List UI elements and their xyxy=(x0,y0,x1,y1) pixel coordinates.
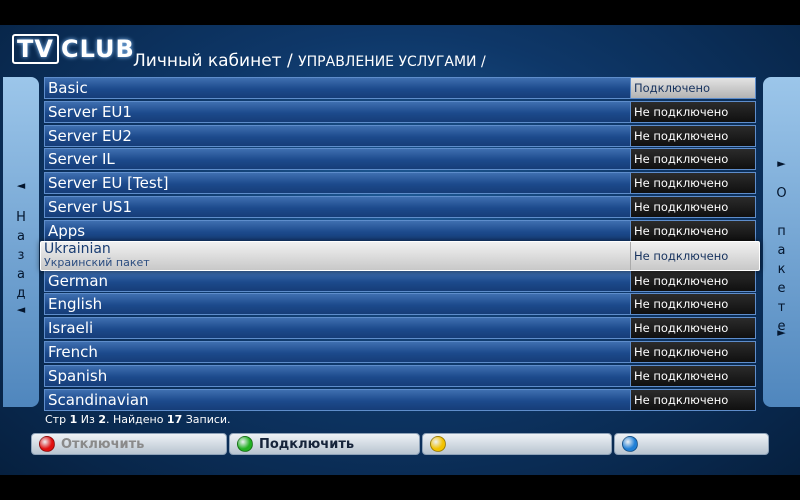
about-letter: а xyxy=(777,243,786,258)
package-row-scandinavian[interactable]: Scandinavian Не подключено xyxy=(44,388,756,411)
package-status: Не подключено xyxy=(630,149,755,170)
package-status: Не подключено xyxy=(630,196,755,217)
about-letter: п xyxy=(777,224,786,239)
package-row-ukrainian[interactable]: Ukrainian Украинский пакет Не подключено xyxy=(40,240,760,271)
breadcrumb-account: Личный кабинет / xyxy=(133,51,299,71)
package-row-basic[interactable]: Basic Подключено xyxy=(44,77,756,99)
package-status: Не подключено xyxy=(630,241,759,270)
tvclub-logo: TV CLUB xyxy=(12,34,135,64)
package-row-server-eu-test[interactable]: Server EU [Test] Не подключено xyxy=(44,172,756,195)
back-letter: а xyxy=(17,267,25,282)
yellow-circle-icon xyxy=(430,436,446,452)
package-name: German xyxy=(48,271,109,290)
back-panel[interactable]: ◄ Н а з а д ◄ xyxy=(3,77,39,407)
green-circle-icon xyxy=(237,436,253,452)
back-letter: Н xyxy=(16,210,26,225)
record-count: 17 xyxy=(166,413,183,426)
logo-club-text: CLUB xyxy=(60,35,135,63)
package-status: Не подключено xyxy=(630,341,755,362)
package-name: Server IL xyxy=(48,150,115,169)
package-status: Не подключено xyxy=(630,173,755,194)
package-name: English xyxy=(48,295,103,314)
package-row-israeli[interactable]: Israeli Не подключено xyxy=(44,317,756,340)
package-name: Server US1 xyxy=(48,197,133,216)
package-name: Apps xyxy=(48,221,86,240)
package-row-english[interactable]: English Не подключено xyxy=(44,293,756,316)
package-row-server-eu2[interactable]: Server EU2 Не подключено xyxy=(44,124,756,147)
right-arrow-icon: ► xyxy=(777,326,786,339)
package-status: Не подключено xyxy=(630,101,755,122)
connect-button[interactable]: Подключить xyxy=(229,433,420,455)
tv-screen: TV CLUB Личный кабинет / УПРАВЛЕНИЕ УСЛУГ… xyxy=(0,25,800,475)
red-circle-icon xyxy=(39,436,55,452)
breadcrumb-services: УПРАВЛЕНИЕ УСЛУГАМИ / xyxy=(298,54,486,70)
total-pages: 2 xyxy=(98,413,106,426)
about-letter: т xyxy=(777,300,786,315)
disconnect-label: Отключить xyxy=(61,437,145,452)
back-letter: а xyxy=(17,229,25,244)
left-arrow-icon: ◄ xyxy=(16,179,26,192)
package-status: Не подключено xyxy=(630,125,755,146)
package-name: Ukrainian xyxy=(44,240,111,257)
package-row-spanish[interactable]: Spanish Не подключено xyxy=(44,364,756,387)
disconnect-button[interactable]: Отключить xyxy=(31,433,227,455)
package-row-german[interactable]: German Не подключено xyxy=(44,269,756,292)
pagination-suffix: Записи. xyxy=(182,413,231,426)
about-letter: к xyxy=(777,262,786,277)
package-status: Не подключено xyxy=(630,270,755,291)
package-status: Не подключено xyxy=(630,294,755,315)
package-row-server-eu1[interactable]: Server EU1 Не подключено xyxy=(44,100,756,123)
package-name: Spanish xyxy=(48,366,108,385)
blue-circle-icon xyxy=(622,436,638,452)
package-row-french[interactable]: French Не подключено xyxy=(44,340,756,363)
about-letter: О xyxy=(776,186,787,201)
package-name: Server EU2 xyxy=(48,126,132,145)
package-status: Не подключено xyxy=(630,389,755,410)
package-description: Украинский пакет xyxy=(44,255,150,269)
color-button-bar: Отключить Подключить xyxy=(31,433,769,455)
package-name: Server EU [Test] xyxy=(48,174,169,193)
pagination-prefix: Стр xyxy=(45,413,70,426)
yellow-button[interactable] xyxy=(422,433,612,455)
package-status: Не подключено xyxy=(630,318,755,339)
about-letter: е xyxy=(777,281,786,296)
package-name: Basic xyxy=(48,79,88,97)
package-name: Scandinavian xyxy=(48,390,149,409)
logo-tv-text: TV xyxy=(12,34,59,64)
back-letter: з xyxy=(17,248,25,263)
blue-button[interactable] xyxy=(614,433,769,455)
package-row-server-il[interactable]: Server IL Не подключено xyxy=(44,148,756,171)
package-row-server-us1[interactable]: Server US1 Не подключено xyxy=(44,195,756,218)
package-name: Israeli xyxy=(48,319,94,338)
package-status: Не подключено xyxy=(630,365,755,386)
pagination-found: . Найдено xyxy=(105,413,167,426)
pagination-info: Стр 1 Из 2. Найдено 17 Записи. xyxy=(45,413,231,426)
back-letter: д xyxy=(16,286,26,301)
pagination-of: Из xyxy=(77,413,99,426)
left-arrow-icon: ◄ xyxy=(16,303,26,316)
package-row-apps[interactable]: Apps Не подключено xyxy=(44,219,756,242)
package-list: Basic Подключено Server EU1 Не подключен… xyxy=(40,77,760,412)
about-package-panel[interactable]: ► О п а к е т е ► xyxy=(763,77,800,407)
connect-label: Подключить xyxy=(259,437,355,452)
right-arrow-icon: ► xyxy=(777,157,786,170)
package-status: Подключено xyxy=(630,78,755,98)
breadcrumb: Личный кабинет / УПРАВЛЕНИЕ УСЛУГАМИ / xyxy=(133,51,486,71)
package-name: Server EU1 xyxy=(48,102,132,121)
package-status: Не подключено xyxy=(630,220,755,241)
package-name: French xyxy=(48,342,98,361)
